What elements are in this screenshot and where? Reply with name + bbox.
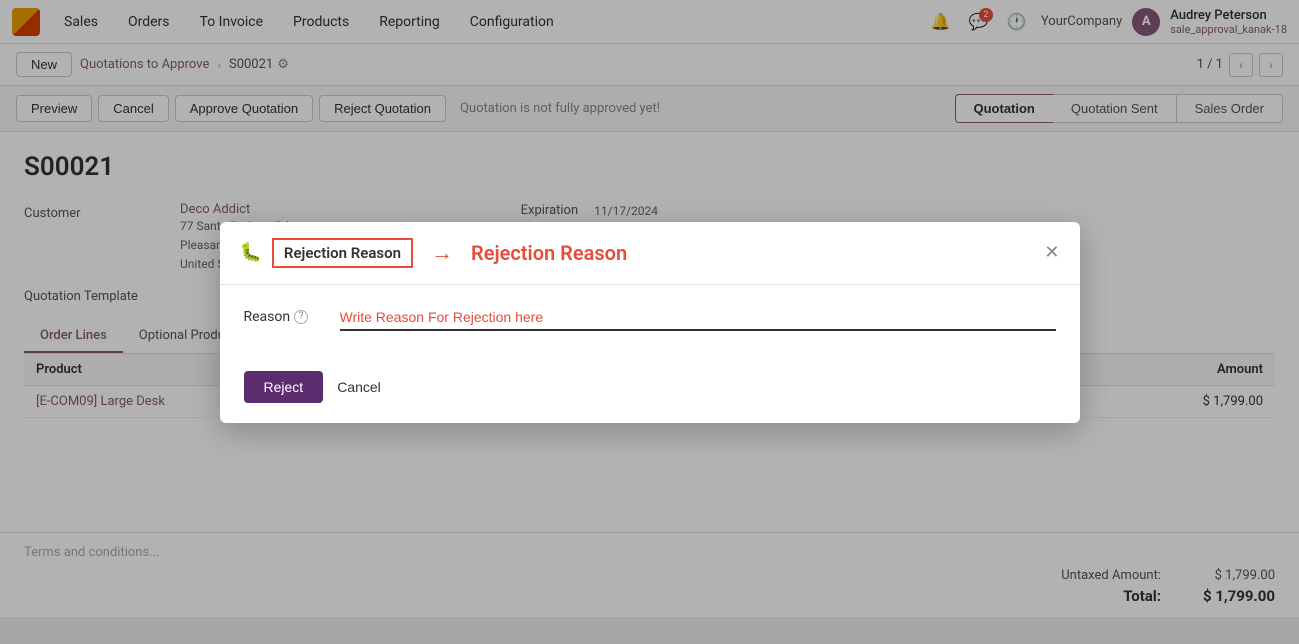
modal-title-text: Rejection Reason [471,241,627,265]
modal-cancel-button[interactable]: Cancel [333,371,385,403]
reason-help-icon[interactable]: ? [294,310,308,324]
bug-icon: 🐛 [240,242,262,263]
modal-footer: Reject Cancel [220,359,1080,423]
reason-label: Reason ? [244,305,324,325]
modal-arrow: → [431,240,453,266]
modal-header: 🐛 Rejection Reason → Rejection Reason ✕ [220,222,1080,285]
rejection-reason-modal: 🐛 Rejection Reason → Rejection Reason ✕ … [220,222,1080,423]
reject-button[interactable]: Reject [244,371,324,403]
reason-row: Reason ? [244,305,1056,331]
modal-close-button[interactable]: ✕ [1044,242,1059,263]
reason-input[interactable] [340,305,1056,331]
modal-overlay[interactable]: 🐛 Rejection Reason → Rejection Reason ✕ … [0,0,1299,644]
modal-title-box: Rejection Reason [272,238,413,268]
modal-body: Reason ? [220,285,1080,359]
